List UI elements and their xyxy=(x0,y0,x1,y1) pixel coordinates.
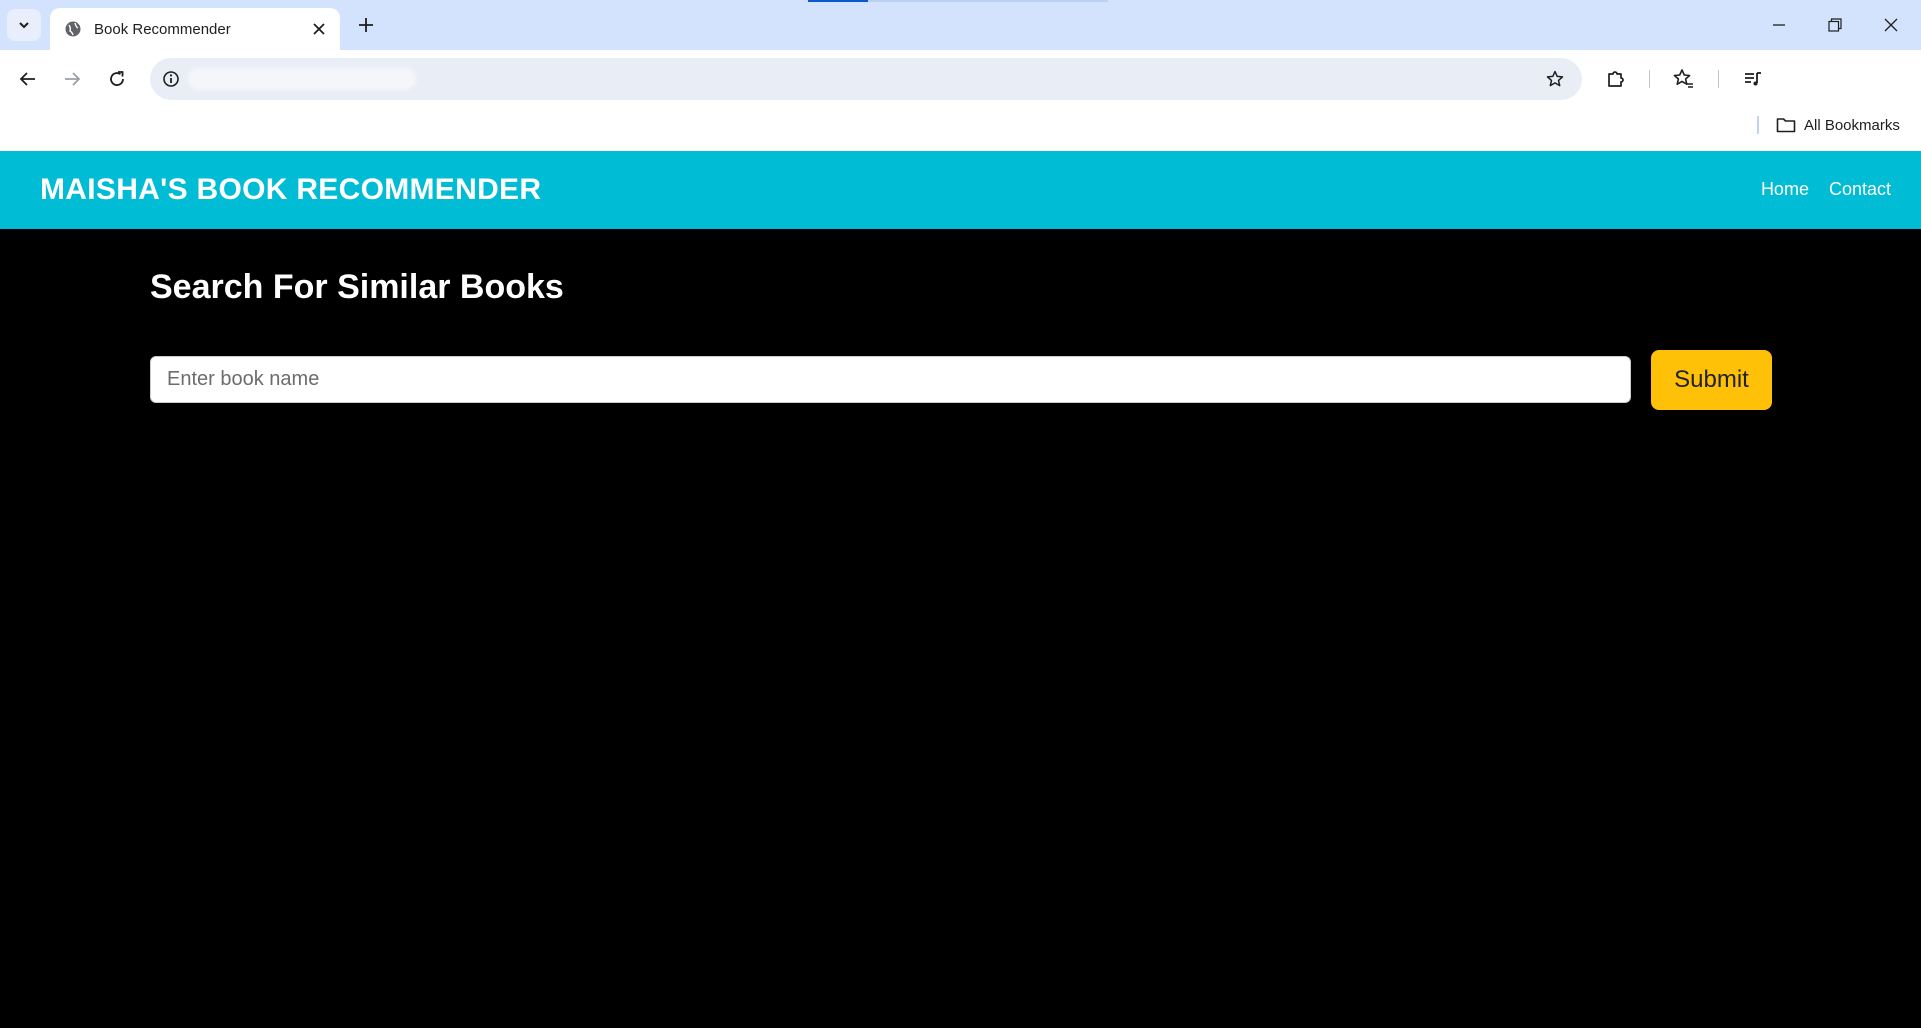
tab-strip-indicator-track xyxy=(868,0,1108,2)
forward-button[interactable] xyxy=(56,63,88,95)
arrow-right-icon xyxy=(65,72,81,86)
tab-strip-indicator xyxy=(808,0,868,2)
page-title: Search For Similar Books xyxy=(150,268,564,306)
back-button[interactable] xyxy=(12,63,44,95)
tab-search-button[interactable] xyxy=(7,9,41,41)
url-input[interactable] xyxy=(196,68,406,90)
bookmark-star-button[interactable] xyxy=(1544,68,1566,90)
puzzle-icon xyxy=(1608,71,1624,87)
site-navbar: MAISHA'S BOOK RECOMMENDER Home Contact xyxy=(0,151,1921,229)
chevron-down-icon xyxy=(19,22,29,29)
nav-link-contact[interactable]: Contact xyxy=(1829,179,1891,200)
close-icon xyxy=(313,23,325,35)
new-tab-button[interactable] xyxy=(352,11,380,39)
site-info-icon[interactable] xyxy=(160,68,182,90)
all-bookmarks-label: All Bookmarks xyxy=(1804,116,1900,134)
toolbar-divider xyxy=(1649,70,1650,88)
site-nav-links: Home Contact xyxy=(1761,179,1891,200)
bookmarks-divider xyxy=(1757,116,1759,134)
reload-icon xyxy=(110,71,124,86)
reload-button[interactable] xyxy=(101,63,133,95)
window-close-button[interactable] xyxy=(1863,0,1919,50)
toolbar-divider xyxy=(1718,70,1719,88)
media-controls-button[interactable] xyxy=(1737,63,1769,95)
all-bookmarks-button[interactable]: All Bookmarks xyxy=(1776,113,1900,137)
restore-icon xyxy=(1828,18,1842,32)
plus-icon xyxy=(359,18,373,32)
folder-icon xyxy=(1776,118,1796,133)
submit-button[interactable]: Submit xyxy=(1651,350,1772,410)
page-content: MAISHA'S BOOK RECOMMENDER Home Contact S… xyxy=(0,151,1921,1028)
minimize-icon xyxy=(1773,24,1785,26)
playlist-icon xyxy=(1745,72,1761,86)
browser-tab[interactable]: Book Recommender xyxy=(50,8,340,50)
site-brand[interactable]: MAISHA'S BOOK RECOMMENDER xyxy=(40,173,541,207)
nav-link-home[interactable]: Home xyxy=(1761,179,1809,200)
star-list-icon xyxy=(1673,69,1693,88)
arrow-left-icon xyxy=(19,72,35,86)
minimize-button[interactable] xyxy=(1751,0,1807,50)
bookmarks-bar: All Bookmarks xyxy=(0,108,1921,151)
browser-tab-bar: Book Recommender xyxy=(0,0,1921,50)
browser-toolbar xyxy=(0,50,1921,108)
address-bar[interactable] xyxy=(150,58,1582,100)
favorites-button[interactable] xyxy=(1667,63,1699,95)
restore-button[interactable] xyxy=(1807,0,1863,50)
globe-icon xyxy=(65,21,81,37)
star-icon xyxy=(1546,70,1564,87)
tab-title: Book Recommender xyxy=(94,20,231,38)
close-icon xyxy=(1884,18,1898,32)
book-name-input[interactable] xyxy=(150,356,1631,403)
extensions-button[interactable] xyxy=(1600,63,1632,95)
tab-close-button[interactable] xyxy=(306,16,332,42)
